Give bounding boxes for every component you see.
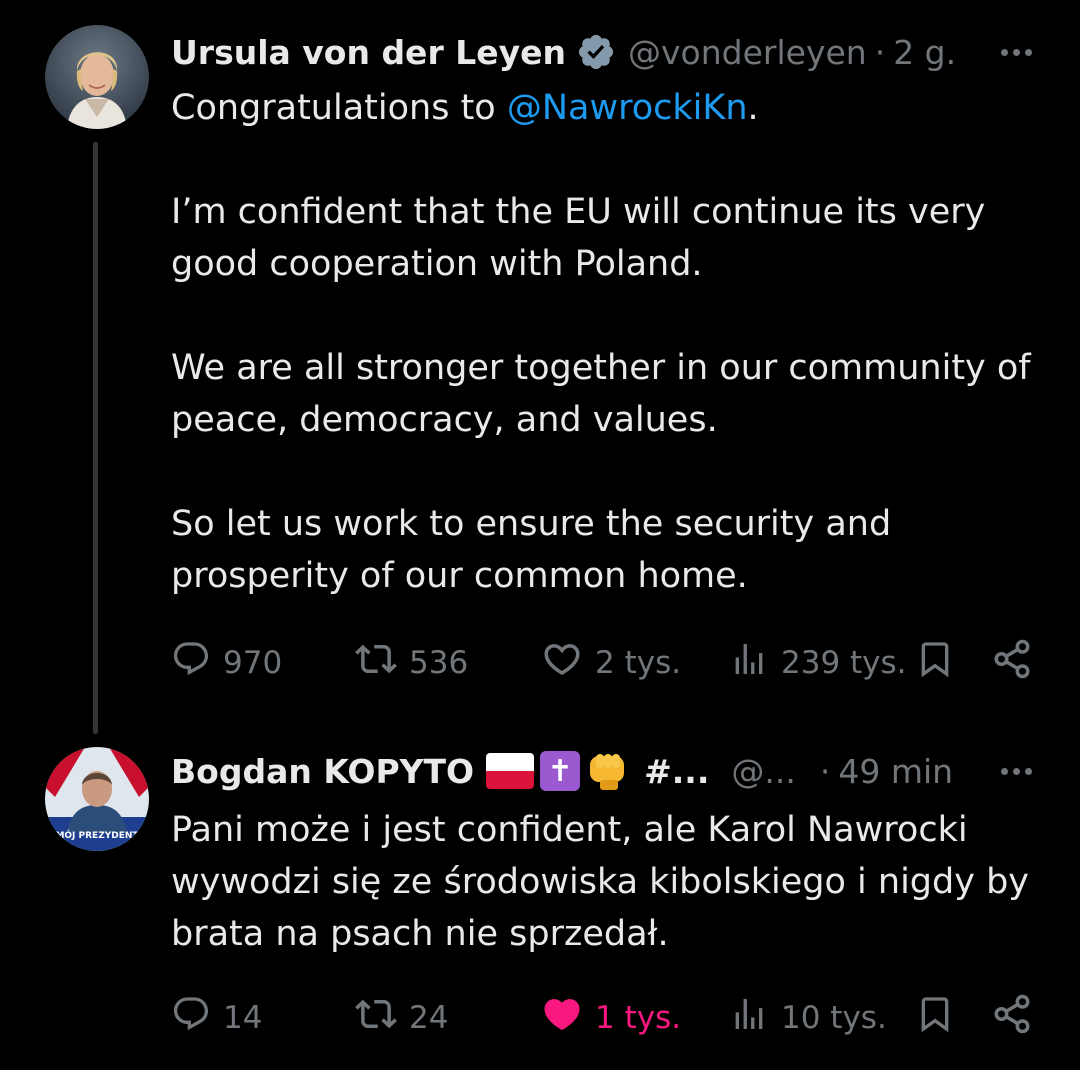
- separator: ·: [819, 751, 831, 791]
- like-button[interactable]: 2 tys.: [541, 637, 681, 689]
- repost-button[interactable]: 24: [355, 992, 448, 1044]
- fist-icon: [584, 750, 630, 792]
- views-button[interactable]: 10 tys.: [729, 992, 887, 1044]
- more-icon[interactable]: [992, 26, 1040, 78]
- tweet-text: Congratulations to @NawrockiKn. I’m conf…: [171, 82, 1040, 602]
- paragraph: I’m confident that the EU will continue …: [171, 192, 986, 284]
- tweet[interactable]: Ursula von der Leyen @vonderleyen · 2 g.…: [0, 0, 1080, 735]
- bookmark-button[interactable]: [915, 992, 955, 1044]
- avatar[interactable]: MÓJ PREZYDENT: [45, 747, 149, 851]
- views-button[interactable]: 239 tys.: [729, 637, 907, 689]
- like-icon: [541, 993, 583, 1043]
- views-count: 239 tys.: [781, 645, 907, 681]
- separator: ·: [874, 32, 886, 72]
- repost-count: 536: [409, 645, 469, 681]
- author-handle[interactable]: @...: [731, 752, 795, 791]
- bookmark-icon: [915, 994, 955, 1042]
- text-segment: .: [747, 88, 759, 128]
- timeline: Ursula von der Leyen @vonderleyen · 2 g.…: [0, 0, 1080, 1070]
- poland-flag-icon: [486, 753, 535, 789]
- timestamp[interactable]: 2 g.: [893, 33, 956, 72]
- like-count: 1 tys.: [595, 1000, 682, 1036]
- reply-count: 970: [223, 645, 283, 681]
- action-bar: 970 536 2 tys. 239 tys.: [171, 637, 1040, 689]
- action-bar: 14 24 1 tys. 10 tys.: [171, 992, 1040, 1044]
- avatar-caption: MÓJ PREZYDENT: [55, 829, 139, 841]
- reply-icon: [171, 639, 211, 687]
- repost-icon: [355, 638, 397, 688]
- share-button[interactable]: [991, 992, 1033, 1044]
- paragraph: So let us work to ensure the security an…: [171, 504, 892, 596]
- like-button[interactable]: 1 tys.: [541, 992, 681, 1044]
- repost-count: 24: [409, 1000, 449, 1036]
- share-icon: [991, 638, 1033, 688]
- bookmark-icon: [915, 639, 955, 687]
- thread-connector: [93, 142, 98, 734]
- bookmark-button[interactable]: [915, 637, 955, 689]
- verified-badge-icon: [576, 32, 616, 72]
- reply-count: 14: [223, 1000, 263, 1036]
- author-handle[interactable]: @vonderleyen: [628, 33, 867, 72]
- like-icon: [541, 638, 583, 688]
- repost-button[interactable]: 536: [355, 637, 468, 689]
- reply-icon: [171, 994, 211, 1042]
- views-icon: [729, 639, 769, 687]
- mention-link[interactable]: @NawrockiKn: [507, 88, 748, 128]
- more-icon[interactable]: [992, 745, 1040, 797]
- name-hashtag: #...: [644, 751, 710, 791]
- reply-button[interactable]: 14: [171, 992, 262, 1044]
- share-button[interactable]: [991, 637, 1033, 689]
- tweet-header: Ursula von der Leyen @vonderleyen · 2 g.: [171, 26, 1040, 78]
- timestamp[interactable]: 49 min: [838, 752, 953, 791]
- like-count: 2 tys.: [595, 645, 682, 681]
- cross-icon: ✝: [540, 751, 581, 791]
- author-name[interactable]: Bogdan KOPYTO: [171, 752, 474, 791]
- tweet-text: Pani może i jest confident, ale Karol Na…: [171, 810, 1029, 954]
- text-segment: Congratulations to: [171, 88, 507, 128]
- author-name[interactable]: Ursula von der Leyen: [171, 33, 566, 72]
- avatar[interactable]: [45, 25, 149, 129]
- share-icon: [991, 993, 1033, 1043]
- tweet[interactable]: MÓJ PREZYDENT Bogdan KOPYTO ✝ #... @... …: [0, 735, 1080, 1070]
- views-count: 10 tys.: [781, 1000, 887, 1036]
- views-icon: [729, 994, 769, 1042]
- paragraph: We are all stronger together in our comm…: [171, 348, 1031, 440]
- repost-icon: [355, 993, 397, 1043]
- tweet-header: Bogdan KOPYTO ✝ #... @... · 49 min: [171, 745, 1040, 797]
- reply-button[interactable]: 970: [171, 637, 282, 689]
